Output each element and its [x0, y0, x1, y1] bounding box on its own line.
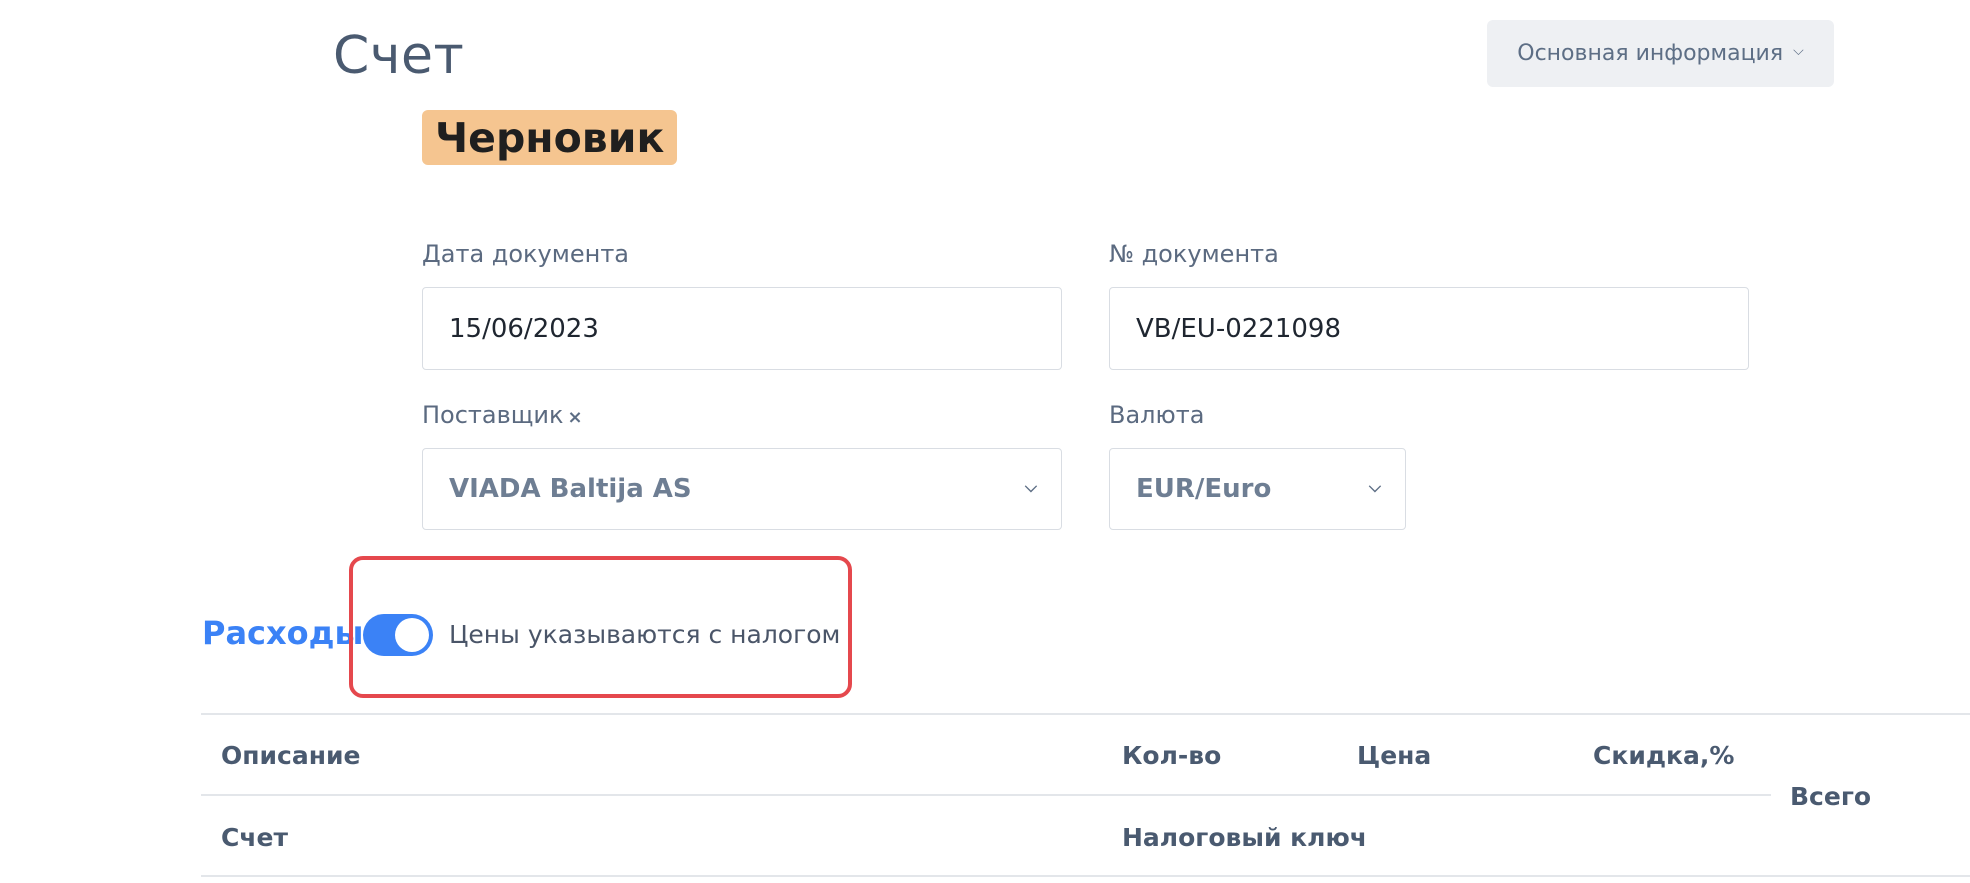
supplier-value: VIADA Baltija AS: [449, 474, 692, 504]
column-header-total: Всего: [1790, 782, 1872, 811]
supplier-label-text: Поставщик: [422, 401, 564, 429]
currency-label: Валюта: [1109, 401, 1205, 429]
chevron-down-icon: ⌵: [1024, 477, 1037, 496]
document-date-label: Дата документа: [422, 240, 629, 268]
column-header-tax-key: Налоговый ключ: [1122, 823, 1367, 852]
document-number-value: VB/EU-0221098: [1136, 313, 1342, 344]
chevron-down-icon: ⌵: [1368, 477, 1381, 496]
page-title: Счет: [333, 26, 465, 86]
column-header-price: Цена: [1357, 741, 1432, 770]
supplier-select[interactable]: VIADA Baltija AS ⌵: [422, 448, 1062, 530]
clear-icon[interactable]: ×: [567, 407, 582, 428]
expenses-section-title: Расходы: [202, 614, 364, 652]
column-header-quantity: Кол-во: [1122, 741, 1222, 770]
document-number-label: № документа: [1109, 240, 1279, 268]
table-bottom-divider: [201, 875, 1970, 877]
column-header-account: Счет: [221, 823, 288, 852]
document-date-input[interactable]: 15/06/2023: [422, 287, 1062, 370]
column-header-description: Описание: [221, 741, 361, 770]
document-number-input[interactable]: VB/EU-0221098: [1109, 287, 1749, 370]
toggle-knob: [395, 618, 429, 652]
currency-select[interactable]: EUR/Euro ⌵: [1109, 448, 1406, 530]
invoice-page: Счет Основная информация ⌵ Черновик Дата…: [0, 0, 1970, 883]
document-date-value: 15/06/2023: [449, 313, 599, 344]
chevron-down-icon: ⌵: [1793, 42, 1804, 59]
column-header-discount: Скидка,%: [1593, 741, 1735, 770]
section-menu-dropdown[interactable]: Основная информация ⌵: [1487, 20, 1834, 87]
table-top-divider: [201, 713, 1970, 715]
tax-inclusive-toggle-label: Цены указываются с налогом: [449, 620, 841, 649]
status-badge: Черновик: [422, 110, 678, 165]
currency-value: EUR/Euro: [1136, 474, 1272, 504]
tax-inclusive-toggle[interactable]: [363, 614, 433, 656]
table-mid-divider: [201, 794, 1771, 796]
supplier-label: Поставщик ×: [422, 401, 583, 429]
section-menu-label: Основная информация: [1517, 41, 1784, 66]
